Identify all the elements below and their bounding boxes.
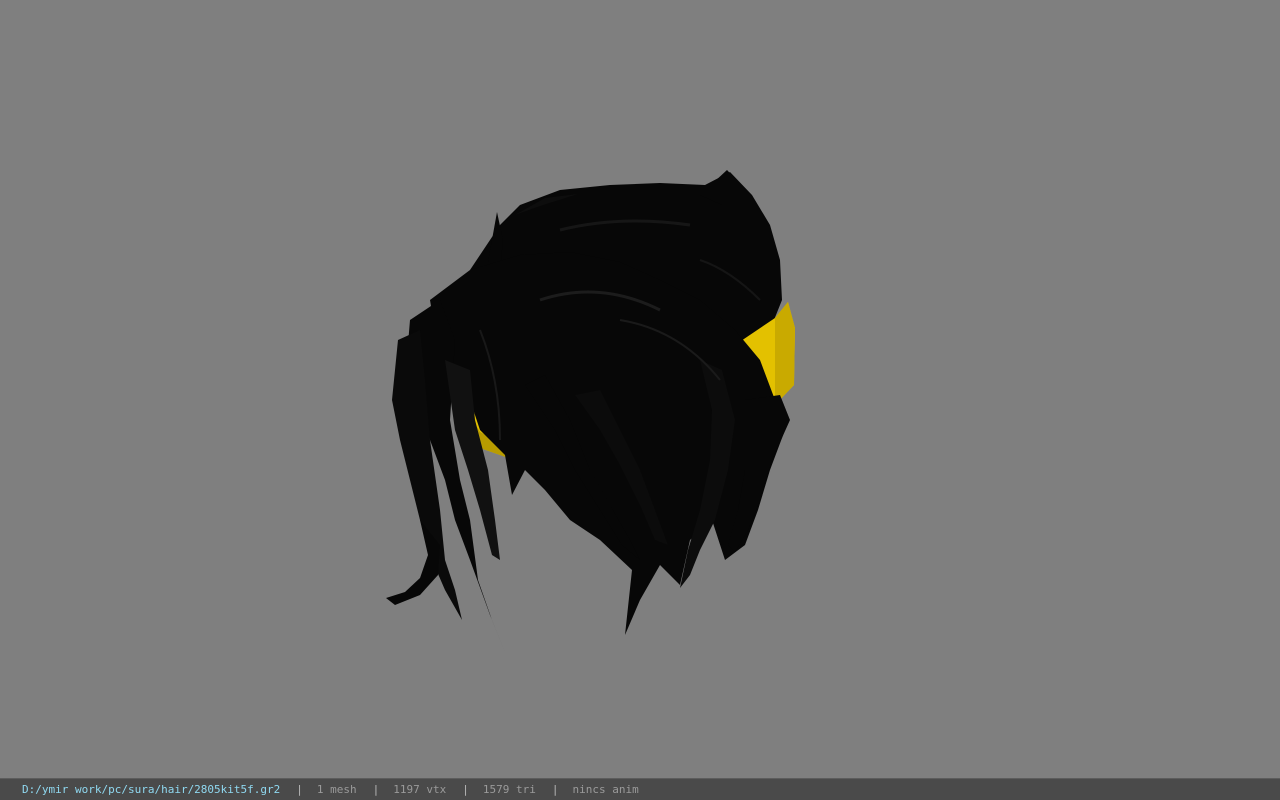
headband-right-shade (775, 302, 795, 405)
3d-viewport[interactable] (0, 0, 1280, 778)
vertex-count: 1197 vtx (393, 783, 447, 796)
triangle-count: 1579 tri (482, 783, 536, 796)
separator: | (551, 783, 559, 796)
separator: | (296, 783, 303, 796)
mesh-count: 1 mesh (316, 783, 357, 796)
separator: | (372, 783, 380, 796)
status-bar: D:/ymir work/pc/sura/hair/2805kit5f.gr2 … (0, 778, 1280, 800)
hair-model-render (386, 170, 795, 652)
file-path: D:/ymir work/pc/sura/hair/2805kit5f.gr2 (22, 783, 281, 796)
separator: | (462, 783, 469, 796)
anim-status: nincs anim (572, 783, 639, 796)
